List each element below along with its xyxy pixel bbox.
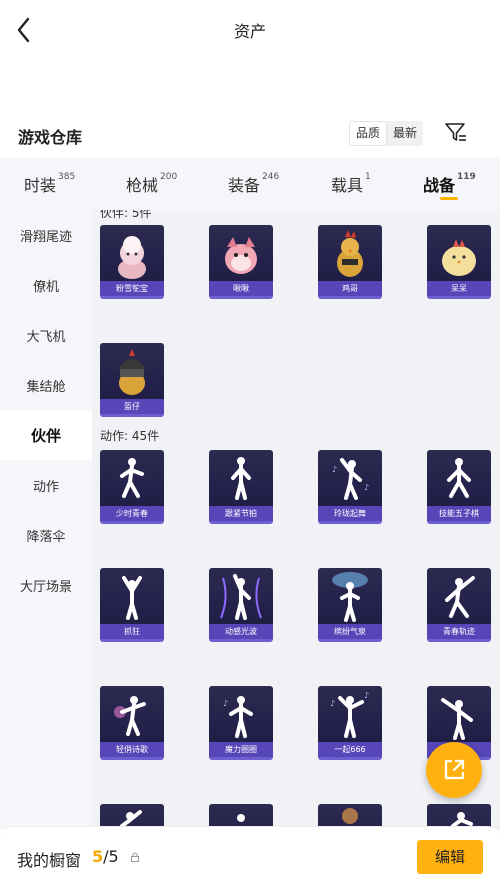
dance-pose-icon <box>220 574 262 620</box>
lock-icon <box>131 852 139 862</box>
sidebar-item-actions[interactable]: 动作 <box>0 460 92 510</box>
sidebar: 滑翔尾迹 僚机 大飞机 集结舱 伙伴 动作 降落伞 大厅场景 <box>0 210 92 830</box>
tab-equipment[interactable]: 装备 246 <box>228 172 279 196</box>
item-name: 抓狂 <box>100 624 164 639</box>
item-name: 盔仔 <box>100 399 164 414</box>
item-name: 呆呆 <box>427 281 491 296</box>
item-card[interactable]: 青春轨迹 <box>427 568 491 642</box>
warehouse-title: 游戏仓库 <box>18 128 83 147</box>
active-tab-indicator <box>440 197 458 200</box>
dance-pose-icon <box>332 572 368 622</box>
dance-pose-icon <box>231 457 251 500</box>
item-name: 啾啾 <box>209 281 273 296</box>
item-card[interactable]: 抓狂 <box>100 568 164 642</box>
tab-label: 战备 <box>423 176 456 195</box>
item-card[interactable]: 技能五子棋 <box>427 450 491 524</box>
item-name: 玲珑起舞 <box>318 506 382 521</box>
actions-section-label: 动作: 45件 <box>100 429 160 443</box>
tab-count: 1 <box>365 171 371 182</box>
dance-pose-icon <box>122 576 142 620</box>
filter-icon[interactable] <box>444 121 468 143</box>
sidebar-item-parachute[interactable]: 降落伞 <box>0 510 92 560</box>
share-button[interactable] <box>426 742 482 798</box>
svg-text:♪: ♪ <box>223 699 228 708</box>
item-name: 技能五子棋 <box>427 506 491 521</box>
dance-pose-icon <box>120 458 144 498</box>
dance-pose-icon <box>441 698 473 740</box>
item-card[interactable]: ♪ 魔力圈圈 <box>209 686 273 760</box>
item-card[interactable]: 鸡哥 <box>318 225 382 299</box>
sidebar-item-pod[interactable]: 集结舱 <box>0 360 92 410</box>
item-grid: 伙伴: 5件 粉雪鸵宝 啾啾 鸡哥 呆呆 盔仔 动作: 45件 少时青春 跟紧节… <box>92 210 500 830</box>
item-name: 跟紧节拍 <box>209 506 273 521</box>
sort-quality-button[interactable]: 品质 <box>349 121 388 146</box>
item-name: 动感光波 <box>209 624 273 639</box>
tab-count: 200 <box>160 171 178 182</box>
item-card[interactable]: 粉雪鸵宝 <box>100 225 164 299</box>
tab-count: 385 <box>58 171 76 182</box>
sidebar-item-glide-trail[interactable]: 滑翔尾迹 <box>0 210 92 260</box>
item-card[interactable]: 少时青春 <box>100 450 164 524</box>
dance-pose-icon: ♪♪ <box>330 691 369 738</box>
pink-plush-icon <box>118 236 146 279</box>
tab-vehicles[interactable]: 载具 1 <box>331 172 371 196</box>
item-name: 少时青春 <box>100 506 164 521</box>
dance-pose-icon: ♪ <box>223 696 253 738</box>
partners-section-label: 伙伴: 5件 <box>100 210 152 220</box>
dance-pose-icon <box>445 576 475 618</box>
item-card[interactable]: 呆呆 <box>427 225 491 299</box>
item-name: 缤纷气泉 <box>318 624 382 639</box>
edit-button[interactable]: 编辑 <box>417 840 483 874</box>
svg-text:♪: ♪ <box>364 483 369 492</box>
sidebar-item-big-plane[interactable]: 大飞机 <box>0 310 92 360</box>
item-card[interactable]: 缤纷气泉 <box>318 568 382 642</box>
helmet-duck-icon <box>118 349 146 395</box>
item-card[interactable]: ♪ ♪ 玲珑起舞 <box>318 450 382 524</box>
showcase-total: /5 <box>103 847 119 866</box>
top-bar: 资产 <box>0 0 500 60</box>
item-name: 鸡哥 <box>318 281 382 296</box>
tab-count: 119 <box>457 171 476 182</box>
dance-pose-icon <box>114 696 146 736</box>
chicken-icon <box>337 230 363 277</box>
svg-text:♪: ♪ <box>332 465 337 474</box>
category-tabs: 时装 385 枪械 200 装备 246 载具 1 战备 119 <box>0 158 500 210</box>
showcase-bar: 我的橱窗 5/5 编辑 <box>0 826 500 885</box>
tab-label: 载具 <box>331 176 364 195</box>
share-icon <box>444 759 465 780</box>
page-title: 资产 <box>233 22 266 41</box>
item-name: 粉雪鸵宝 <box>100 281 164 296</box>
item-card[interactable]: 轻俏诗歌 <box>100 686 164 760</box>
sidebar-item-partner[interactable]: 伙伴 <box>0 410 92 460</box>
item-name: 青春轨迹 <box>427 624 491 639</box>
tab-label: 枪械 <box>126 176 159 195</box>
item-card[interactable]: 跟紧节拍 <box>209 450 273 524</box>
tab-battle-prep[interactable]: 战备 119 <box>423 172 476 196</box>
svg-text:♪: ♪ <box>364 691 369 700</box>
svg-text:♪: ♪ <box>330 699 335 708</box>
showcase-label: 我的橱窗 <box>17 851 82 870</box>
sidebar-item-lobby-scene[interactable]: 大厅场景 <box>0 560 92 610</box>
sidebar-item-wingman[interactable]: 僚机 <box>0 260 92 310</box>
item-card[interactable]: 盔仔 <box>100 343 164 417</box>
tab-guns[interactable]: 枪械 200 <box>126 172 177 196</box>
showcase-current: 5 <box>92 847 104 866</box>
dance-pose-icon: ♪♪ <box>332 458 369 500</box>
item-card[interactable]: 啾啾 <box>209 225 273 299</box>
showcase-count: 5/5 <box>92 847 119 866</box>
tab-label: 装备 <box>228 176 261 195</box>
sort-toggle: 品质 最新 <box>349 121 424 146</box>
tab-fashion[interactable]: 时装 385 <box>24 172 75 196</box>
item-name: 一起666 <box>318 742 382 757</box>
pink-bird-icon <box>225 237 257 274</box>
item-name: 轻俏诗歌 <box>100 742 164 757</box>
tab-count: 246 <box>262 171 280 182</box>
dance-pose-icon <box>447 458 471 498</box>
chick-icon <box>442 239 476 276</box>
item-name: 魔力圈圈 <box>209 742 273 757</box>
sort-latest-button[interactable]: 最新 <box>387 121 423 146</box>
tab-label: 时装 <box>24 176 57 195</box>
item-card[interactable]: ♪ ♪ 一起666 <box>318 686 382 760</box>
item-card[interactable]: 动感光波 <box>209 568 273 642</box>
